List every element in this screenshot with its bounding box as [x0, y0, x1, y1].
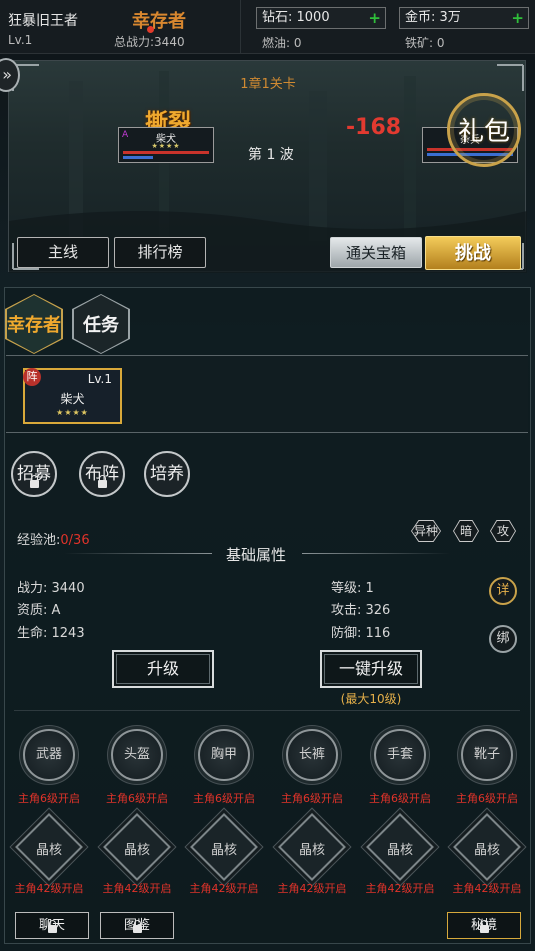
stat-defense: 防御: 116 — [331, 626, 391, 641]
ranking-button[interactable]: 排行榜 — [114, 237, 206, 268]
iron-value: 铁矿: 0 — [405, 36, 445, 50]
one-key-upgrade-button[interactable]: 一键升级 — [320, 650, 422, 688]
stat-quality: 资质: A — [17, 603, 61, 618]
clear-chest-button[interactable]: 通关宝箱 — [330, 237, 422, 268]
core-name: 晶核 — [35, 843, 62, 858]
stat-attack: 攻击: 326 — [331, 603, 391, 618]
core-unlock-label: 主角42级开启 — [452, 882, 522, 895]
wave-counter: 第 1 波 — [248, 147, 294, 163]
equip-slot-helmet[interactable]: 头盔 — [111, 729, 163, 781]
exp-pool-value: 0/36 — [60, 533, 90, 548]
lock-icon — [30, 475, 39, 488]
core-name: 晶核 — [210, 843, 237, 858]
lock-icon — [480, 920, 489, 933]
diamond-value: 钻石: 1000 — [262, 10, 330, 25]
base-attrs-title: 基础属性 — [226, 546, 287, 564]
recruit-button[interactable]: 招募 — [11, 451, 57, 497]
train-button[interactable]: 培养 — [144, 451, 190, 497]
exp-pool: 经验池:0/36 — [17, 529, 90, 548]
stat-hp: 生命: 1243 — [17, 626, 85, 641]
ally-energy-bar — [123, 156, 153, 159]
detail-button[interactable]: 详 — [489, 577, 517, 605]
equip-unlock-label: 主角6级开启 — [193, 792, 255, 805]
gold-value: 金币: 3万 — [405, 10, 461, 25]
slot-unit-name: 柴犬 — [60, 392, 85, 406]
diamond-counter: 钻石: 1000 + — [256, 7, 386, 29]
lock-icon — [48, 920, 57, 933]
lock-icon — [98, 475, 107, 488]
core-unlock-label: 主角42级开启 — [14, 882, 84, 895]
equip-slot-pants[interactable]: 长裤 — [286, 729, 338, 781]
core-unlock-label: 主角42级开启 — [365, 882, 435, 895]
gold-counter: 金币: 3万 + — [399, 7, 529, 29]
fuel-value: 燃油: 0 — [262, 36, 302, 50]
faction-title: 幸存者 — [132, 11, 186, 32]
team-slot-1[interactable]: 阵 Lv.1 柴犬 ★★★★ — [23, 368, 122, 424]
codex-button[interactable]: 图鉴 — [100, 912, 174, 939]
equip-unlock-label: 主角6级开启 — [369, 792, 431, 805]
main-line-button[interactable]: 主线 — [17, 237, 109, 268]
battle-panel: 1章1关卡 撕裂 A 柴犬 ★★★★ 第 1 波 -168 杂兵 礼包 主线 排… — [8, 60, 527, 273]
divider-right — [302, 553, 450, 554]
formation-button[interactable]: 布阵 — [79, 451, 125, 497]
player-name: 狂暴旧王者 — [8, 13, 78, 29]
divider — [14, 710, 520, 711]
core-name: 晶核 — [298, 843, 325, 858]
equip-slot-boots[interactable]: 靴子 — [461, 729, 513, 781]
bind-button[interactable]: 绑 — [489, 625, 517, 653]
divider — [240, 0, 241, 54]
gift-pack-label: 礼包 — [457, 117, 510, 147]
secret-realm-button[interactable]: 秘境 — [447, 912, 521, 939]
add-diamond-icon[interactable]: + — [368, 10, 381, 26]
equip-unlock-label: 主角6级开启 — [106, 792, 168, 805]
stat-power: 战力: 3440 — [17, 581, 85, 596]
max-level-note: (最大10级) — [340, 692, 402, 706]
player-level: Lv.1 — [8, 33, 33, 47]
ally-unit-card[interactable]: A 柴犬 ★★★★ — [118, 127, 214, 163]
ally-hp-bar — [123, 151, 209, 154]
chat-button[interactable]: 聊天 — [15, 912, 89, 939]
equip-slot-chest[interactable]: 胸甲 — [198, 729, 250, 781]
equip-slot-gloves[interactable]: 手套 — [374, 729, 426, 781]
equip-unlock-label: 主角6级开启 — [456, 792, 518, 805]
total-power: 总战力:3440 — [114, 35, 185, 49]
upgrade-button[interactable]: 升级 — [112, 650, 214, 688]
core-unlock-label: 主角42级开启 — [277, 882, 347, 895]
core-name: 晶核 — [123, 843, 150, 858]
core-unlock-label: 主角42级开启 — [189, 882, 259, 895]
lock-icon — [133, 920, 142, 933]
add-gold-icon[interactable]: + — [511, 10, 524, 26]
divider-left — [64, 553, 212, 554]
core-name: 晶核 — [473, 843, 500, 858]
core-name: 晶核 — [386, 843, 413, 858]
game-screen: 狂暴旧王者 Lv.1 幸存者 总战力:3440 钻石: 1000 + 金币: 3… — [0, 0, 535, 951]
formation-badge: 阵 — [23, 368, 41, 386]
equip-unlock-label: 主角6级开启 — [281, 792, 343, 805]
slot-stars: ★★★★ — [56, 408, 89, 417]
challenge-button[interactable]: 挑战 — [425, 236, 521, 270]
exp-pool-label: 经验池: — [17, 533, 61, 548]
damage-number: -168 — [346, 115, 402, 140]
equip-unlock-label: 主角6级开启 — [18, 792, 80, 805]
equip-slot-weapon[interactable]: 武器 — [23, 729, 75, 781]
slot-level: Lv.1 — [87, 372, 112, 386]
chapter-stage: 1章1关卡 — [240, 77, 296, 92]
core-unlock-label: 主角42级开启 — [102, 882, 172, 895]
gift-pack-button[interactable]: 礼包 — [447, 93, 521, 167]
unit-stars: ★★★★ — [151, 142, 181, 150]
notification-dot — [147, 26, 154, 33]
stat-level: 等级: 1 — [331, 581, 374, 596]
top-status-bar: 狂暴旧王者 Lv.1 幸存者 总战力:3440 钻石: 1000 + 金币: 3… — [0, 0, 535, 54]
